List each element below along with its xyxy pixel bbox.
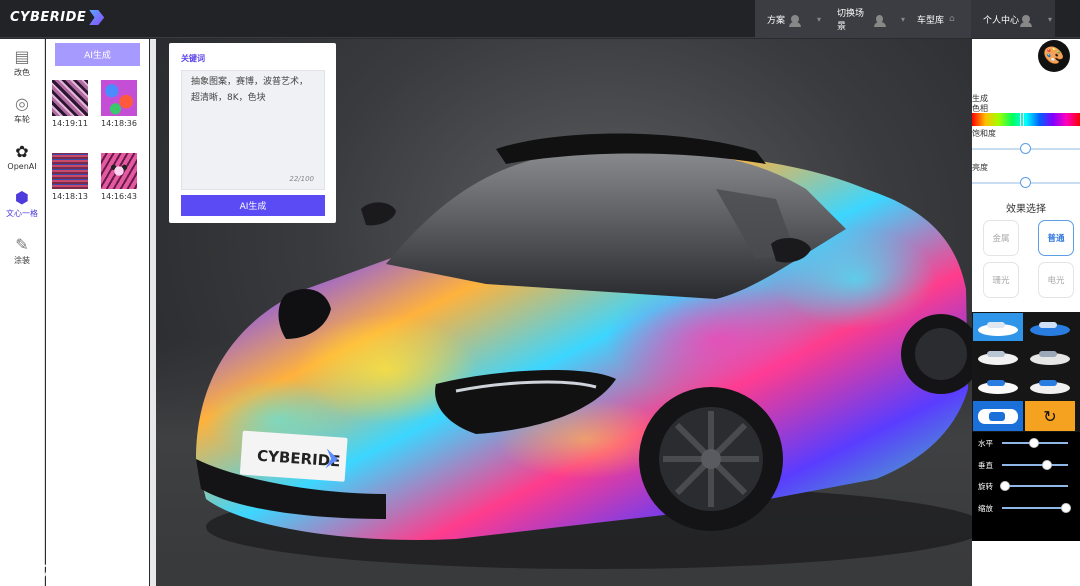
keyword-generate-button[interactable]: AI生成: [181, 195, 325, 216]
car-thumb-icon: [978, 322, 1018, 336]
effect-coral-button[interactable]: 珊光: [983, 262, 1019, 298]
hue-slider[interactable]: [972, 113, 1080, 126]
nav-plan[interactable]: 方案 ▾: [755, 0, 825, 38]
keyword-char-count: 22/100: [289, 175, 314, 183]
effect-electric-button[interactable]: 电光: [1038, 262, 1074, 298]
watermark-text: 大数跨境: [40, 557, 120, 581]
history-thumb-time: 14:19:11: [52, 119, 88, 128]
top-bar: CYBERIDE 方案 ▾ 切换场景 ▾ 车型库 ⌂ 个人中心 ▾: [0, 0, 1080, 38]
car-thumb-icon: [978, 351, 1018, 365]
app-root: CYBERIDE 方案 ▾ 切换场景 ▾ 车型库 ⌂ 个人中心 ▾ ▤ 改色 ◎…: [0, 0, 1080, 586]
keyword-textarea[interactable]: 抽象图案，赛博，波普艺术，超清晰，8K，色块 22/100: [181, 70, 325, 190]
refresh-icon: ↻: [1043, 406, 1057, 426]
watermark-logo-icon: [8, 554, 34, 581]
history-thumb-time: 14:18:13: [52, 192, 88, 201]
reset-button[interactable]: ↻: [1025, 401, 1075, 431]
keyword-text: 抽象图案，赛博，波普艺术，超清晰，8K，色块: [191, 77, 309, 103]
watermark: 大数跨境: [8, 553, 120, 582]
app-logo[interactable]: CYBERIDE: [10, 10, 105, 25]
rail-item-label: 涂装: [14, 256, 30, 265]
history-thumb[interactable]: [101, 80, 137, 116]
chevron-down-icon: ▾: [817, 14, 822, 24]
nav-scene-label: 切换场景: [837, 9, 865, 32]
zoom-slider[interactable]: [1002, 507, 1068, 509]
wheel-icon: ◎: [15, 94, 29, 113]
horizontal-slider-handle[interactable]: [1028, 438, 1039, 448]
paint-icon: ▤: [14, 47, 30, 66]
nav-user-center[interactable]: 个人中心 ▾: [971, 0, 1055, 38]
car-model-tile[interactable]: [1025, 313, 1075, 341]
keyword-title: 关键词: [181, 54, 205, 63]
nav-library-label: 车型库: [917, 15, 945, 26]
logo-mark-icon: [89, 10, 105, 25]
horizontal-label: 水平: [978, 439, 993, 448]
user-icon: [789, 15, 802, 27]
car-thumb-icon: [1030, 322, 1070, 336]
history-thumb-time: 14:18:36: [101, 119, 137, 128]
car-model-tile[interactable]: [973, 313, 1023, 341]
rail-item-label: 文心一格: [6, 209, 38, 218]
car-model-tile[interactable]: [973, 342, 1023, 370]
brightness-slider-handle[interactable]: [1020, 177, 1031, 188]
rail-item-openai[interactable]: ✿ OpenAI: [0, 133, 44, 180]
history-panel: AI生成 14:19:11 14:18:36 14:18:13 14:16:43: [46, 39, 149, 586]
user-icon: [873, 15, 887, 27]
hue-slider-handle[interactable]: [1020, 112, 1024, 127]
car-thumb-icon: [1030, 380, 1070, 394]
rail-item-label: OpenAI: [7, 162, 37, 171]
saturation-label: 饱和度: [972, 129, 996, 138]
rail-item-wheel[interactable]: ◎ 车轮: [0, 86, 44, 133]
left-rail: ▤ 改色 ◎ 车轮 ✿ OpenAI ⬢ 文心一格 ✎ 涂装: [0, 39, 45, 586]
effect-metal-button[interactable]: 金属: [983, 220, 1019, 256]
history-thumb-time: 14:16:43: [101, 192, 137, 201]
nav-user-label: 个人中心: [983, 15, 1020, 26]
car-model-tile[interactable]: [1025, 371, 1075, 399]
rail-item-recolor[interactable]: ▤ 改色: [0, 39, 44, 86]
nav-plan-label: 方案: [767, 15, 786, 26]
rail-item-spray[interactable]: ✎ 涂装: [0, 227, 44, 274]
transform-controls: 水平 垂直 旋转 缩放: [972, 432, 1080, 541]
rail-item-wenxin[interactable]: ⬢ 文心一格: [0, 180, 44, 227]
ai-generate-button[interactable]: AI生成: [55, 43, 140, 66]
saturation-slider-handle[interactable]: [1020, 143, 1031, 154]
vertical-slider-handle[interactable]: [1042, 460, 1053, 470]
vertical-slider[interactable]: [1002, 464, 1068, 466]
rotate-slider[interactable]: [1002, 485, 1068, 487]
effect-title: 效果选择: [1006, 204, 1046, 215]
palette-icon[interactable]: 🎨: [1038, 40, 1070, 72]
history-thumb[interactable]: [52, 153, 88, 189]
rotate-slider-handle[interactable]: [1000, 481, 1010, 491]
keyword-card: 关键词 抽象图案，赛博，波普艺术，超清晰，8K，色块 22/100 AI生成: [169, 43, 336, 223]
car-thumb-icon: [1030, 351, 1070, 365]
rail-item-label: 车轮: [14, 115, 30, 124]
car-model-tile[interactable]: [973, 371, 1023, 399]
zoom-label: 缩放: [978, 504, 993, 513]
nav-library[interactable]: 车型库 ⌂: [905, 0, 971, 38]
effect-normal-button[interactable]: 普通: [1038, 220, 1074, 256]
rail-item-label: 改色: [14, 68, 30, 77]
home-icon: ⌂: [949, 14, 955, 24]
openai-icon: ✿: [15, 142, 29, 161]
zoom-slider-handle[interactable]: [1060, 503, 1071, 513]
user-icon: [1020, 15, 1033, 27]
history-thumb[interactable]: [52, 80, 88, 116]
logo-text: CYBERIDE: [10, 10, 87, 25]
chevron-down-icon: ▾: [1048, 14, 1053, 24]
nav-scene[interactable]: 切换场景 ▾: [825, 0, 905, 38]
history-thumb[interactable]: [101, 153, 137, 189]
brightness-label: 亮度: [972, 163, 988, 172]
vertical-label: 垂直: [978, 461, 993, 470]
rotate-label: 旋转: [978, 482, 993, 491]
car-model-tile[interactable]: [1025, 342, 1075, 370]
top-view-button[interactable]: [973, 401, 1023, 431]
car-top-view-icon: [978, 409, 1018, 424]
car-thumb-icon: [978, 380, 1018, 394]
wenxin-icon: ⬢: [15, 188, 29, 207]
spray-icon: ✎: [15, 235, 29, 254]
